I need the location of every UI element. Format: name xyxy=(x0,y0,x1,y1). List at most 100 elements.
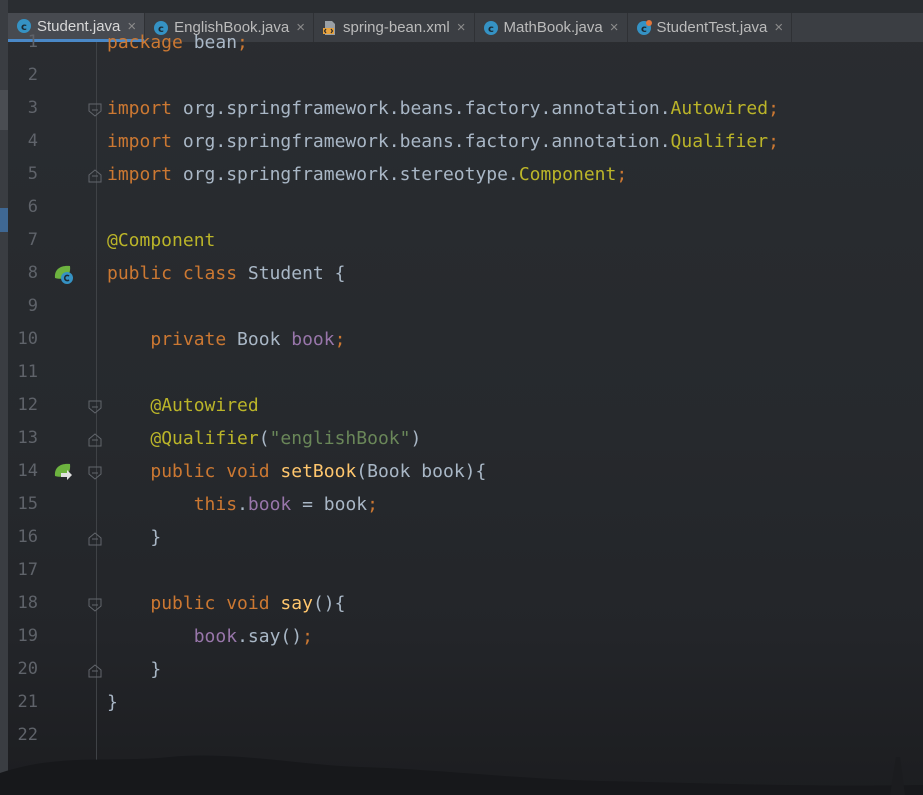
code-token: ( xyxy=(258,428,270,449)
line-number[interactable]: 15 xyxy=(14,488,38,521)
line-number[interactable]: 3 xyxy=(14,92,38,125)
line-number[interactable]: 17 xyxy=(14,554,38,587)
code-text: @Autowired xyxy=(107,389,259,422)
code-token: book xyxy=(247,494,292,515)
code-line[interactable]: 2 xyxy=(8,59,923,92)
line-number[interactable]: 21 xyxy=(14,686,38,719)
background-silhouette xyxy=(0,755,923,795)
code-token: } xyxy=(107,659,162,680)
code-text: } xyxy=(107,686,118,719)
line-number[interactable]: 18 xyxy=(14,587,38,620)
tool-window-strip xyxy=(0,0,8,795)
code-token: .say() xyxy=(237,626,303,647)
code-line[interactable]: 20 } xyxy=(8,653,923,686)
fold-open-icon[interactable] xyxy=(88,102,102,117)
line-number[interactable]: 13 xyxy=(14,422,38,455)
code-text: import org.springframework.beans.factory… xyxy=(107,125,779,158)
code-token: Book xyxy=(226,329,292,350)
line-number[interactable]: 8 xyxy=(14,257,38,290)
code-editor[interactable]: 1 package bean; 2 3 import org.springframewo… xyxy=(8,32,923,795)
code-line[interactable]: 21} xyxy=(8,686,923,719)
code-line[interactable]: 15 this.book = book; xyxy=(8,488,923,521)
spring-autowire-navigate-icon[interactable] xyxy=(52,461,74,483)
code-line[interactable]: 7 @Component xyxy=(8,224,923,257)
code-line[interactable]: 10 private Book book; xyxy=(8,323,923,356)
line-number[interactable]: 20 xyxy=(14,653,38,686)
strip-marker xyxy=(0,90,8,130)
fold-open-icon[interactable] xyxy=(88,465,102,480)
code-token: (Book book){ xyxy=(356,461,487,482)
code-text: private Book book; xyxy=(107,323,345,356)
code-token: "englishBook" xyxy=(269,428,411,449)
code-line[interactable]: 9 xyxy=(8,290,923,323)
code-token: (){ xyxy=(312,593,346,614)
strip-marker xyxy=(0,208,8,232)
code-line[interactable]: 17 xyxy=(8,554,923,587)
line-number[interactable]: 12 xyxy=(14,389,38,422)
code-text: } xyxy=(107,521,161,554)
line-number[interactable]: 2 xyxy=(14,59,38,92)
code-line[interactable]: 16 } xyxy=(8,521,923,554)
code-token: ; xyxy=(768,98,779,119)
code-token: setBook xyxy=(280,461,357,482)
code-line[interactable]: 3 import org.springframework.beans.factor… xyxy=(8,92,923,125)
code-text: public void setBook(Book book){ xyxy=(107,455,486,488)
code-token: bean xyxy=(182,32,238,53)
code-line[interactable]: 19 book.say(); xyxy=(8,620,923,653)
code-text: public void say(){ xyxy=(107,587,345,620)
line-number[interactable]: 4 xyxy=(14,125,38,158)
code-token: @Autowired xyxy=(150,395,259,416)
line-number[interactable]: 6 xyxy=(14,191,38,224)
code-text: this.book = book; xyxy=(107,488,378,521)
code-token: Autowired xyxy=(670,98,769,119)
line-number[interactable]: 16 xyxy=(14,521,38,554)
line-number[interactable]: 9 xyxy=(14,290,38,323)
line-number[interactable]: 19 xyxy=(14,620,38,653)
code-line[interactable]: 13 @Qualifier("englishBook") xyxy=(8,422,923,455)
line-number[interactable]: 11 xyxy=(14,356,38,389)
fold-close-icon[interactable] xyxy=(88,168,102,183)
code-line[interactable]: 11 xyxy=(8,356,923,389)
code-line[interactable]: 4 import org.springframework.beans.factor… xyxy=(8,125,923,158)
spring-bean-class-icon[interactable] xyxy=(52,263,74,285)
line-number[interactable]: 10 xyxy=(14,323,38,356)
code-text: } xyxy=(107,653,161,686)
code-token: public void xyxy=(150,593,270,614)
code-text: import org.springframework.beans.factory… xyxy=(107,92,779,125)
line-number[interactable]: 1 xyxy=(14,26,38,59)
code-token: book xyxy=(193,626,238,647)
code-token: Component xyxy=(518,164,617,185)
code-token: import xyxy=(107,98,173,119)
code-token: package xyxy=(107,32,183,53)
fold-close-icon[interactable] xyxy=(88,663,102,678)
code-line[interactable]: 1 package bean; xyxy=(8,26,923,59)
code-line[interactable]: 18 public void say(){ xyxy=(8,587,923,620)
code-token: } xyxy=(107,527,162,548)
code-token: . xyxy=(237,494,248,515)
code-token: @Component xyxy=(107,230,216,251)
line-number[interactable]: 7 xyxy=(14,224,38,257)
code-line[interactable]: 12 @Autowired xyxy=(8,389,923,422)
line-number[interactable]: 14 xyxy=(14,455,38,488)
code-line[interactable]: 8 public class Student { xyxy=(8,257,923,290)
code-token: public void xyxy=(150,461,270,482)
fold-open-icon[interactable] xyxy=(88,399,102,414)
code-text: @Component xyxy=(107,224,215,257)
ide-window: c Student.java × c EnglishBook.java × spring-b… xyxy=(0,0,923,795)
line-number[interactable]: 5 xyxy=(14,158,38,191)
code-token: Student { xyxy=(237,263,346,284)
code-token: } xyxy=(107,692,118,713)
code-line[interactable]: 14 public void setBook(Book book){ xyxy=(8,455,923,488)
code-token: public class xyxy=(107,263,238,284)
code-line[interactable]: 5 import org.springframework.stereotype.C… xyxy=(8,158,923,191)
code-token: org.springframework.stereotype. xyxy=(172,164,519,185)
fold-open-icon[interactable] xyxy=(88,597,102,612)
fold-close-icon[interactable] xyxy=(88,531,102,546)
code-token: import xyxy=(107,164,173,185)
fold-close-icon[interactable] xyxy=(88,432,102,447)
code-line[interactable]: 6 xyxy=(8,191,923,224)
